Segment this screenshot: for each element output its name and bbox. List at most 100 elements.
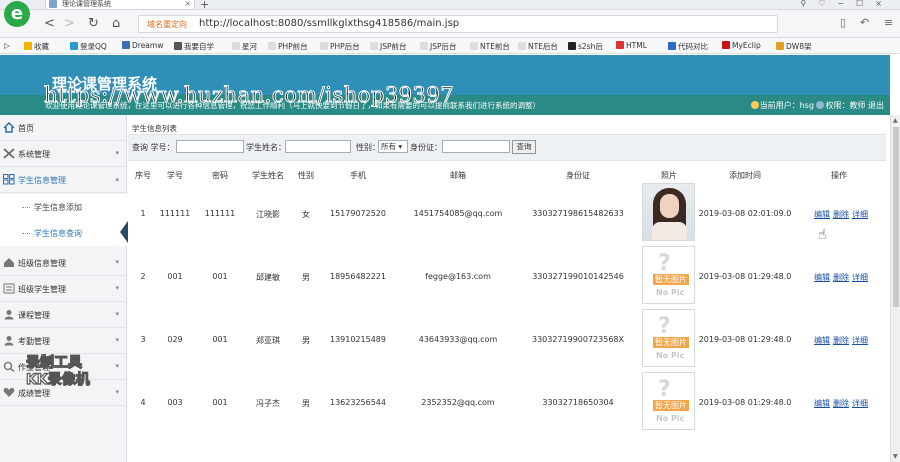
column-header: 添加时间 bbox=[729, 171, 761, 180]
cell-email: 2352352@qq.com bbox=[421, 398, 495, 407]
delete-link[interactable]: 删除 bbox=[833, 272, 849, 283]
breadcrumb: 学生信息列表 bbox=[132, 124, 177, 133]
bookmark-item[interactable]: NTE后台 bbox=[518, 41, 558, 52]
edit-link[interactable]: 编辑 bbox=[814, 272, 830, 283]
cell-email: fegge@163.com bbox=[425, 272, 491, 281]
bookmark-item[interactable]: 我要自学 bbox=[174, 41, 214, 52]
menu-icon[interactable]: ≡ bbox=[884, 16, 893, 29]
vertical-scrollbar[interactable]: ▲ ▼ bbox=[890, 115, 900, 462]
cell-no: 2 bbox=[140, 272, 146, 281]
search-button[interactable]: 查询 bbox=[512, 140, 536, 154]
detail-link[interactable]: 详细 bbox=[852, 335, 868, 346]
chevron-down-icon: ▾ bbox=[115, 284, 119, 292]
url-field[interactable]: 域名重定向 http://localhost:8080/ssmllkglxths… bbox=[138, 15, 778, 33]
heart-icon bbox=[3, 387, 15, 397]
bookmark-item[interactable]: 星河 bbox=[232, 41, 257, 52]
cell-time: 2019-03-08 01:29:48.0 bbox=[698, 335, 792, 344]
bookmark-item[interactable]: JSP前台 bbox=[370, 41, 407, 52]
bookmark-item[interactable]: 收藏 bbox=[24, 41, 49, 52]
sidebar-item-home[interactable]: 首页 bbox=[0, 115, 127, 141]
cell-email: 1451754085@qq.com bbox=[413, 209, 503, 218]
bookmark-item[interactable]: HTML bbox=[616, 41, 647, 50]
scroll-up-icon[interactable]: ▲ bbox=[893, 117, 898, 124]
detail-link[interactable]: 详细 bbox=[852, 398, 868, 409]
chevron-down-icon: ▾ bbox=[115, 149, 119, 157]
url-redirect-badge: 域名重定向 bbox=[147, 20, 187, 29]
cell-name: 邱建敏 bbox=[256, 273, 280, 282]
sidebar-item-class-students[interactable]: 班级学生管理 ▾ bbox=[0, 276, 127, 302]
browser-tab[interactable]: 理论课管理系统 × bbox=[45, 0, 195, 10]
bookmark-item[interactable]: s2sh后 bbox=[568, 41, 603, 52]
url-text: http://localhost:8080/ssmllkglxthsg41858… bbox=[199, 18, 460, 29]
delete-link[interactable]: 删除 bbox=[833, 398, 849, 409]
compare-icon bbox=[668, 42, 676, 50]
sidebar-item-class-info[interactable]: 班级信息管理 ▾ bbox=[0, 250, 127, 276]
sidebar-sub-student-query[interactable]: 学生信息查询 bbox=[0, 220, 127, 246]
bookmark-item[interactable]: PHP前台 bbox=[268, 41, 308, 52]
forward-icon[interactable]: > bbox=[64, 16, 75, 31]
student-name-input[interactable] bbox=[285, 140, 351, 153]
column-header: 操作 bbox=[831, 171, 847, 180]
bookmark-item[interactable]: JSP后台 bbox=[420, 41, 457, 52]
grid-icon bbox=[3, 174, 15, 185]
tools-icon bbox=[3, 148, 15, 159]
detail-link[interactable]: 详细 bbox=[852, 272, 868, 283]
name-label: 学生姓名： bbox=[246, 143, 286, 152]
bookmark-item[interactable]: NTE前台 bbox=[470, 41, 510, 52]
logout-link[interactable]: 退出 bbox=[868, 101, 884, 110]
cell-sid: 001 bbox=[167, 272, 183, 281]
cell-pwd: 001 bbox=[212, 335, 228, 344]
detail-link[interactable]: 详细 bbox=[852, 209, 868, 220]
scroll-thumb[interactable] bbox=[893, 127, 899, 307]
idcard-input[interactable] bbox=[442, 140, 510, 153]
user-info: 当前用户：hsg 权限：教师 退出 bbox=[750, 100, 884, 111]
student-id-input[interactable] bbox=[176, 140, 244, 153]
main-content: 学生信息列表 查询 学号： 学生姓名： 性别： 所有 ▾ 身份证： 查询 序号 … bbox=[128, 115, 890, 462]
cell-name: 冯子杰 bbox=[256, 399, 280, 408]
cell-idcard: 330327198615482633 bbox=[532, 209, 624, 218]
chevron-down-icon: ▾ bbox=[115, 310, 119, 318]
sidebar-item-course[interactable]: 课程管理 ▾ bbox=[0, 302, 127, 328]
tab-close-icon[interactable]: × bbox=[184, 0, 191, 9]
recorder-overlay: 录制工具 KK录像机 bbox=[25, 354, 90, 388]
bookmark-item[interactable]: MyEclip bbox=[722, 41, 761, 50]
sidebar-sub-student-add[interactable]: 学生信息添加 bbox=[0, 194, 127, 220]
bookmark-item[interactable]: Dreamw bbox=[122, 41, 163, 50]
gender-select[interactable]: 所有 ▾ bbox=[378, 140, 408, 153]
delete-link[interactable]: 删除 bbox=[833, 209, 849, 220]
column-header: 学生姓名 bbox=[252, 171, 284, 180]
edit-link[interactable]: 编辑 bbox=[814, 335, 830, 346]
undo-icon[interactable]: ↶ bbox=[860, 16, 869, 29]
home-icon[interactable]: ⌂ bbox=[112, 16, 120, 31]
table-row: 2 001 001 邱建敏 男 18956482221 fegge@163.com 33032… bbox=[128, 246, 886, 308]
delete-link[interactable]: 删除 bbox=[833, 335, 849, 346]
cell-idcard: 33032718650304 bbox=[542, 398, 614, 407]
cell-pwd: 001 bbox=[212, 272, 228, 281]
edit-link[interactable]: 编辑 bbox=[814, 398, 830, 409]
bookmark-item[interactable]: 登录QQ bbox=[70, 41, 107, 52]
sidebar-toggle-icon[interactable]: ▷ bbox=[4, 41, 10, 50]
scroll-down-icon[interactable]: ▼ bbox=[893, 453, 898, 460]
bookmark-item[interactable]: PHP后台 bbox=[320, 41, 360, 52]
bookmark-item[interactable]: DW8架 bbox=[776, 41, 811, 52]
edit-link[interactable]: 编辑 bbox=[814, 209, 830, 220]
folder-icon bbox=[370, 42, 378, 50]
column-header: 学号 bbox=[167, 171, 183, 180]
reload-icon[interactable]: ↻ bbox=[88, 16, 99, 31]
column-header: 密码 bbox=[212, 171, 228, 180]
window-controls[interactable]: ⚲♡−☐× bbox=[800, 0, 894, 8]
back-icon[interactable]: < bbox=[44, 16, 55, 31]
folder-icon bbox=[232, 42, 240, 50]
cell-gender: 男 bbox=[302, 336, 310, 345]
sidebar: 首页 系统管理 ▾ 学生信息管理 ▴ 学生信息添加 学生信息查询 班级信息管理 … bbox=[0, 115, 128, 462]
no-photo-placeholder: ? 暂无图片 No Pic bbox=[642, 309, 695, 367]
folder-icon bbox=[470, 42, 478, 50]
sidebar-item-system[interactable]: 系统管理 ▾ bbox=[0, 141, 127, 167]
sidebar-item-student-info[interactable]: 学生信息管理 ▴ bbox=[0, 167, 127, 193]
gender-label: 性别： bbox=[356, 143, 380, 152]
sidebar-item-attendance[interactable]: 考勤管理 ▾ bbox=[0, 328, 127, 354]
folder-icon bbox=[420, 42, 428, 50]
bookmark-item[interactable]: 代码对比 bbox=[668, 41, 708, 52]
cell-sid: 029 bbox=[167, 335, 183, 344]
page-icon[interactable]: ▯ bbox=[840, 16, 846, 29]
